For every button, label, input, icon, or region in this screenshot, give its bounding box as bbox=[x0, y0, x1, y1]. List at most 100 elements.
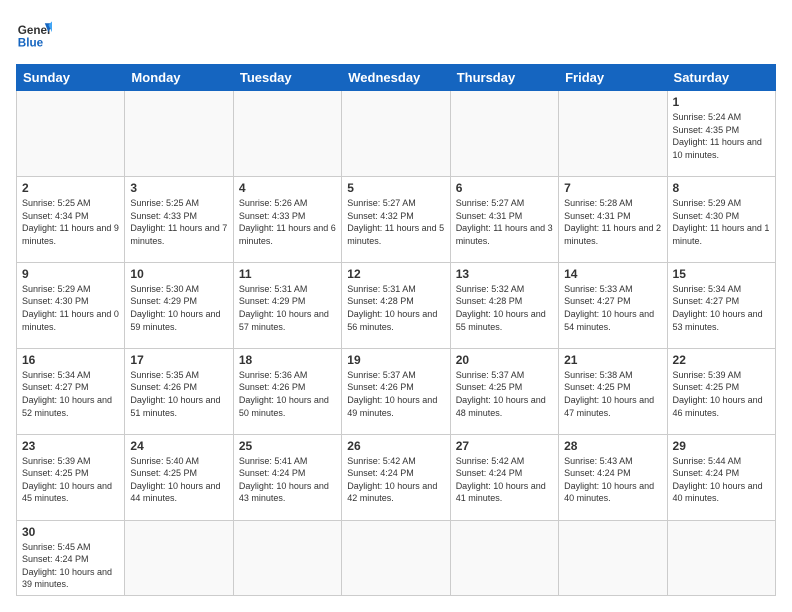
day-info: Sunrise: 5:29 AM Sunset: 4:30 PM Dayligh… bbox=[673, 197, 770, 247]
day-number: 22 bbox=[673, 353, 770, 367]
calendar-cell bbox=[450, 520, 558, 595]
day-number: 24 bbox=[130, 439, 227, 453]
day-info: Sunrise: 5:37 AM Sunset: 4:26 PM Dayligh… bbox=[347, 369, 444, 419]
day-number: 29 bbox=[673, 439, 770, 453]
day-info: Sunrise: 5:41 AM Sunset: 4:24 PM Dayligh… bbox=[239, 455, 336, 505]
calendar-week-row: 23Sunrise: 5:39 AM Sunset: 4:25 PM Dayli… bbox=[17, 434, 776, 520]
weekday-header-wednesday: Wednesday bbox=[342, 65, 450, 91]
day-number: 7 bbox=[564, 181, 661, 195]
calendar-cell: 14 Sunrise: 5:33 AM Sunset: 4:27 PM Dayli… bbox=[559, 262, 667, 348]
day-number: 4 bbox=[239, 181, 336, 195]
calendar-week-row: 30 Sunrise: 5:45 AM Sunset: 4:24 PM Dayli… bbox=[17, 520, 776, 595]
header: General Blue bbox=[16, 16, 776, 52]
calendar-cell: 22Sunrise: 5:39 AM Sunset: 4:25 PM Dayli… bbox=[667, 348, 775, 434]
calendar-cell: 4Sunrise: 5:26 AM Sunset: 4:33 PM Daylig… bbox=[233, 176, 341, 262]
calendar-cell bbox=[450, 91, 558, 177]
calendar-cell: 3 Sunrise: 5:25 AM Sunset: 4:33 PM Daylig… bbox=[125, 176, 233, 262]
calendar-cell: 26 Sunrise: 5:42 AM Sunset: 4:24 PM Dayli… bbox=[342, 434, 450, 520]
day-number: 2 bbox=[22, 181, 119, 195]
day-info: Sunrise: 5:35 AM Sunset: 4:26 PM Dayligh… bbox=[130, 369, 227, 419]
day-info: Sunrise: 5:44 AM Sunset: 4:24 PM Dayligh… bbox=[673, 455, 770, 505]
day-info: Sunrise: 5:27 AM Sunset: 4:32 PM Dayligh… bbox=[347, 197, 444, 247]
calendar-cell: 29 Sunrise: 5:44 AM Sunset: 4:24 PM Dayli… bbox=[667, 434, 775, 520]
day-info: Sunrise: 5:31 AM Sunset: 4:29 PM Dayligh… bbox=[239, 283, 336, 333]
day-number: 8 bbox=[673, 181, 770, 195]
day-number: 17 bbox=[130, 353, 227, 367]
day-info: Sunrise: 5:33 AM Sunset: 4:27 PM Dayligh… bbox=[564, 283, 661, 333]
calendar-cell: 18 Sunrise: 5:36 AM Sunset: 4:26 PM Dayli… bbox=[233, 348, 341, 434]
calendar-cell bbox=[559, 91, 667, 177]
day-number: 5 bbox=[347, 181, 444, 195]
calendar-week-row: 1Sunrise: 5:24 AM Sunset: 4:35 PM Daylig… bbox=[17, 91, 776, 177]
weekday-header-sunday: Sunday bbox=[17, 65, 125, 91]
calendar-cell: 10Sunrise: 5:30 AM Sunset: 4:29 PM Dayli… bbox=[125, 262, 233, 348]
calendar-cell: 7 Sunrise: 5:28 AM Sunset: 4:31 PM Daylig… bbox=[559, 176, 667, 262]
day-info: Sunrise: 5:31 AM Sunset: 4:28 PM Dayligh… bbox=[347, 283, 444, 333]
day-info: Sunrise: 5:36 AM Sunset: 4:26 PM Dayligh… bbox=[239, 369, 336, 419]
logo: General Blue bbox=[16, 16, 52, 52]
calendar-cell: 28Sunrise: 5:43 AM Sunset: 4:24 PM Dayli… bbox=[559, 434, 667, 520]
day-info: Sunrise: 5:34 AM Sunset: 4:27 PM Dayligh… bbox=[22, 369, 119, 419]
day-number: 14 bbox=[564, 267, 661, 281]
day-number: 12 bbox=[347, 267, 444, 281]
day-info: Sunrise: 5:40 AM Sunset: 4:25 PM Dayligh… bbox=[130, 455, 227, 505]
day-number: 15 bbox=[673, 267, 770, 281]
day-info: Sunrise: 5:29 AM Sunset: 4:30 PM Dayligh… bbox=[22, 283, 119, 333]
calendar-cell: 12 Sunrise: 5:31 AM Sunset: 4:28 PM Dayli… bbox=[342, 262, 450, 348]
day-info: Sunrise: 5:34 AM Sunset: 4:27 PM Dayligh… bbox=[673, 283, 770, 333]
day-number: 21 bbox=[564, 353, 661, 367]
day-number: 19 bbox=[347, 353, 444, 367]
calendar-cell: 20Sunrise: 5:37 AM Sunset: 4:25 PM Dayli… bbox=[450, 348, 558, 434]
day-info: Sunrise: 5:25 AM Sunset: 4:33 PM Dayligh… bbox=[130, 197, 227, 247]
day-number: 10 bbox=[130, 267, 227, 281]
page: General Blue SundayMondayTuesdayWednesda… bbox=[0, 0, 792, 612]
day-number: 3 bbox=[130, 181, 227, 195]
calendar-cell: 15 Sunrise: 5:34 AM Sunset: 4:27 PM Dayli… bbox=[667, 262, 775, 348]
day-info: Sunrise: 5:28 AM Sunset: 4:31 PM Dayligh… bbox=[564, 197, 661, 247]
calendar-cell bbox=[125, 91, 233, 177]
day-number: 18 bbox=[239, 353, 336, 367]
day-number: 9 bbox=[22, 267, 119, 281]
calendar-cell bbox=[342, 91, 450, 177]
day-number: 16 bbox=[22, 353, 119, 367]
generalblue-logo-icon: General Blue bbox=[16, 16, 52, 52]
day-info: Sunrise: 5:42 AM Sunset: 4:24 PM Dayligh… bbox=[347, 455, 444, 505]
weekday-header-friday: Friday bbox=[559, 65, 667, 91]
day-number: 11 bbox=[239, 267, 336, 281]
day-number: 13 bbox=[456, 267, 553, 281]
calendar-cell: 16 Sunrise: 5:34 AM Sunset: 4:27 PM Dayli… bbox=[17, 348, 125, 434]
day-info: Sunrise: 5:25 AM Sunset: 4:34 PM Dayligh… bbox=[22, 197, 119, 247]
calendar-cell bbox=[125, 520, 233, 595]
calendar-cell: 27Sunrise: 5:42 AM Sunset: 4:24 PM Dayli… bbox=[450, 434, 558, 520]
calendar-table: SundayMondayTuesdayWednesdayThursdayFrid… bbox=[16, 64, 776, 596]
svg-text:Blue: Blue bbox=[18, 37, 44, 50]
day-number: 28 bbox=[564, 439, 661, 453]
calendar-cell: 9 Sunrise: 5:29 AM Sunset: 4:30 PM Daylig… bbox=[17, 262, 125, 348]
calendar-week-row: 2 Sunrise: 5:25 AM Sunset: 4:34 PM Daylig… bbox=[17, 176, 776, 262]
day-info: Sunrise: 5:24 AM Sunset: 4:35 PM Dayligh… bbox=[673, 111, 770, 161]
calendar-cell: 6Sunrise: 5:27 AM Sunset: 4:31 PM Daylig… bbox=[450, 176, 558, 262]
calendar-cell: 11 Sunrise: 5:31 AM Sunset: 4:29 PM Dayli… bbox=[233, 262, 341, 348]
weekday-header-thursday: Thursday bbox=[450, 65, 558, 91]
day-info: Sunrise: 5:45 AM Sunset: 4:24 PM Dayligh… bbox=[22, 541, 119, 591]
day-number: 6 bbox=[456, 181, 553, 195]
calendar-cell: 30 Sunrise: 5:45 AM Sunset: 4:24 PM Dayli… bbox=[17, 520, 125, 595]
calendar-cell: 25Sunrise: 5:41 AM Sunset: 4:24 PM Dayli… bbox=[233, 434, 341, 520]
calendar-cell: 24 Sunrise: 5:40 AM Sunset: 4:25 PM Dayli… bbox=[125, 434, 233, 520]
calendar-cell: 8 Sunrise: 5:29 AM Sunset: 4:30 PM Daylig… bbox=[667, 176, 775, 262]
weekday-header-monday: Monday bbox=[125, 65, 233, 91]
calendar-cell: 1Sunrise: 5:24 AM Sunset: 4:35 PM Daylig… bbox=[667, 91, 775, 177]
calendar-week-row: 9 Sunrise: 5:29 AM Sunset: 4:30 PM Daylig… bbox=[17, 262, 776, 348]
calendar-cell: 21Sunrise: 5:38 AM Sunset: 4:25 PM Dayli… bbox=[559, 348, 667, 434]
day-number: 23 bbox=[22, 439, 119, 453]
calendar-cell: 19 Sunrise: 5:37 AM Sunset: 4:26 PM Dayli… bbox=[342, 348, 450, 434]
calendar-cell bbox=[667, 520, 775, 595]
day-number: 30 bbox=[22, 525, 119, 539]
calendar-cell bbox=[17, 91, 125, 177]
calendar-cell bbox=[559, 520, 667, 595]
calendar-cell bbox=[233, 91, 341, 177]
day-number: 26 bbox=[347, 439, 444, 453]
calendar-cell: 2 Sunrise: 5:25 AM Sunset: 4:34 PM Daylig… bbox=[17, 176, 125, 262]
calendar-cell bbox=[342, 520, 450, 595]
weekday-header-saturday: Saturday bbox=[667, 65, 775, 91]
